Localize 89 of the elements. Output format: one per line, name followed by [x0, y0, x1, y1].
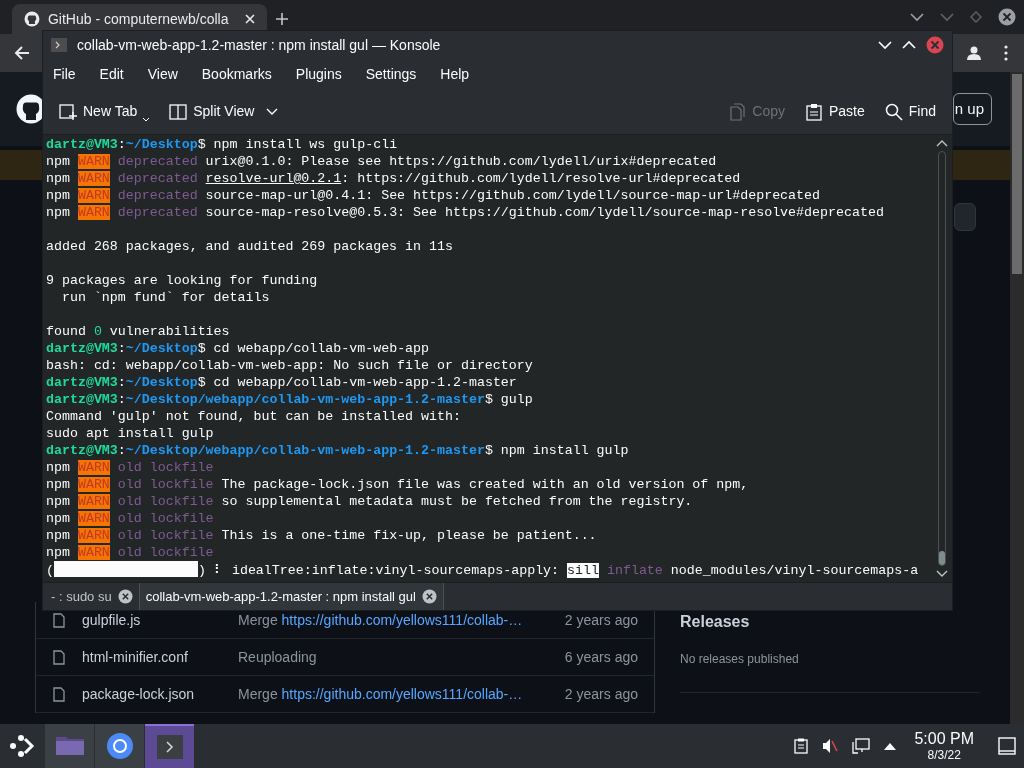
close-icon[interactable]: [998, 8, 1016, 26]
new-tab-icon[interactable]: [275, 12, 289, 26]
commit-link[interactable]: https://github.com/yellows111/collab-…: [281, 685, 523, 702]
clipboard-icon[interactable]: [794, 738, 809, 754]
terminal-line: dartz@VM3:~/Desktop$ npm install ws gulp-cli: [46, 136, 399, 153]
terminal-line: npm WARN old lockfile: [46, 544, 215, 561]
terminal-line: npm WARN old lockfile The package-lock.json file was created with an old version of npm,: [46, 476, 750, 493]
caret-icon: [143, 118, 150, 122]
terminal-line: run `npm fund` for details: [60, 289, 271, 306]
expand-up-icon[interactable]: [884, 742, 897, 750]
file-name[interactable]: gulpfile.js: [82, 609, 238, 631]
menu-icon[interactable]: [1004, 45, 1008, 61]
chevron-down-icon[interactable]: [910, 12, 924, 22]
split-button[interactable]: Split View: [169, 101, 279, 122]
terminal-tab[interactable]: - : sudo su: [45, 583, 139, 610]
scroll-up-icon[interactable]: [936, 139, 948, 147]
file-name[interactable]: html-minifier.conf: [82, 646, 238, 668]
menu-item[interactable]: View: [147, 63, 178, 85]
copy-icon: [728, 102, 747, 121]
chevron-down-icon[interactable]: [940, 12, 954, 22]
terminal-line: npm WARN deprecated urix@0.1.0: Please see https://github.com/lydell/urix#deprecated: [46, 153, 718, 170]
scrollbar-thumb[interactable]: [939, 551, 945, 565]
releases-text: No releases published: [680, 651, 800, 668]
terminal-line: added 268 packages, and audited 269 packages in 11s: [46, 238, 454, 255]
file-icon: [53, 612, 65, 628]
file-name[interactable]: package-lock.json: [82, 683, 238, 705]
show-desktop-icon[interactable]: [998, 737, 1016, 755]
terminal-line: dartz@VM3:~/Desktop/webapp/collab-vm-web-app-1.2-master$ npm install gulp: [46, 442, 630, 459]
commit-age: 2 years ago: [564, 610, 639, 630]
tab-title: GitHub - computernewb/colla: [47, 9, 230, 29]
terminal-line: npm WARN deprecated resolve-url@0.2.1: https://github.com/lydell/resolve-url#deprecated: [46, 170, 742, 187]
split-view-icon: [169, 102, 188, 121]
minimize-icon[interactable]: [878, 40, 892, 50]
terminal-line: npm WARN old lockfile This is a one-time fix-up, please be patient...: [46, 527, 598, 544]
launcher-icon[interactable]: [9, 733, 35, 759]
commit-message: Merge https://github.com/yellows111/collab-…: [238, 610, 524, 630]
new-tab-icon: [59, 102, 77, 121]
terminal-line: npm WARN deprecated source-map-url@0.4.1: See https://github.com/lydell/source-map-url#deprecated: [46, 187, 822, 204]
commit-message: Reuploading: [238, 647, 318, 667]
close-icon[interactable]: [926, 36, 944, 54]
menu-item[interactable]: Help: [440, 63, 470, 85]
terminal-line: Command 'gulp' not found, but can be installed with:: [46, 408, 462, 425]
clock-time[interactable]: 5:00 PM: [914, 730, 974, 748]
terminal-line: 9 packages are looking for funding: [46, 272, 319, 289]
paste-button[interactable]: Paste: [804, 101, 865, 122]
close-icon[interactable]: [421, 589, 437, 604]
scroll-down-icon[interactable]: [936, 570, 948, 578]
terminal-line: npm WARN old lockfile: [46, 510, 215, 527]
terminal-line: ( ) ⠇ idealTree:inflate:vinyl-sourcemaps-apply: sill inflate node_modules/vinyl-sourcemaps-a: [46, 561, 920, 578]
commit-message: Merge https://github.com/yellows111/collab-…: [238, 684, 524, 704]
find-button[interactable]: Find: [884, 101, 936, 122]
menu-item[interactable]: Edit: [99, 63, 124, 85]
terminal-line: sudo apt install gulp: [46, 425, 215, 442]
back-arrow-icon[interactable]: [14, 45, 30, 61]
terminal-line: npm WARN old lockfile so supplemental metadata must be fetched from the registry.: [46, 493, 694, 510]
releases-heading: Releases: [680, 612, 751, 632]
menu-item[interactable]: Settings: [365, 63, 417, 85]
menu-item[interactable]: Bookmarks: [201, 63, 272, 85]
terminal-line: bash: cd: webapp/collab-vm-web-app: No such file or directory: [46, 357, 534, 374]
commit-age: 6 years ago: [564, 647, 639, 667]
diamond-icon[interactable]: [970, 11, 982, 23]
page-scrollbar[interactable]: [1010, 72, 1024, 724]
maximize-icon[interactable]: [902, 40, 916, 50]
commit-age: 2 years ago: [564, 684, 639, 704]
clipboard-icon: [804, 102, 823, 121]
muted-speaker-icon[interactable]: [822, 738, 839, 754]
taskbar-button[interactable]: [95, 724, 144, 768]
terminal-line: dartz@VM3:~/Desktop$ cd webapp/collab-vm-web-app-1.2-master: [46, 374, 518, 391]
window-title: collab-vm-web-app-1.2-master : npm install gul — Konsole: [77, 35, 441, 55]
terminal-line: npm WARN deprecated source-map-resolve@0.5.3: See https://github.com/lydell/source-map-resolve#deprecated: [46, 204, 885, 221]
close-icon: [245, 14, 255, 24]
commit-link[interactable]: https://github.com/yellows111/collab-…: [281, 611, 523, 628]
clock-date[interactable]: 8/3/22: [927, 748, 961, 762]
network-icon[interactable]: [852, 738, 871, 754]
menu-item[interactable]: File: [53, 63, 76, 85]
file-icon: [53, 649, 65, 665]
terminal-line: found 0 vulnerabilities: [46, 323, 231, 340]
close-icon[interactable]: [117, 589, 133, 604]
person-icon[interactable]: [966, 45, 982, 61]
terminal-tab[interactable]: collab-vm-web-app-1.2-master : npm install gul: [138, 583, 444, 610]
terminal-icon: [51, 38, 67, 52]
search-icon: [884, 102, 903, 121]
new-tab-button[interactable]: New Tab: [59, 101, 150, 122]
menu-item[interactable]: Plugins: [295, 63, 342, 85]
terminal-line: npm WARN old lockfile: [46, 459, 215, 476]
file-icon: [53, 686, 65, 702]
terminal-line: dartz@VM3:~/Desktop$ cd webapp/collab-vm-web-app: [46, 340, 431, 357]
caret-icon: [266, 107, 279, 116]
terminal-line: dartz@VM3:~/Desktop/webapp/collab-vm-web-app-1.2-master$ gulp: [46, 391, 534, 408]
